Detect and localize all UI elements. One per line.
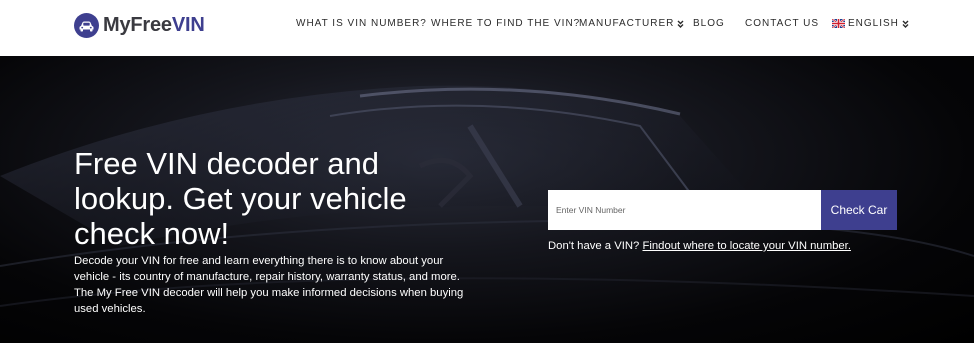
site-logo[interactable]: MyFreeVIN (74, 13, 205, 38)
vin-help-text: Don't have a VIN? Findout where to locat… (548, 240, 851, 252)
chevron-down-icon (677, 20, 684, 28)
vin-search-form: Check Car (548, 190, 897, 230)
vin-input[interactable] (548, 190, 821, 230)
nav-what-is-vin[interactable]: WHAT IS VIN NUMBER? (296, 18, 427, 29)
hero-headline: Free VIN decoder and lookup. Get your ve… (74, 146, 407, 251)
site-header: MyFreeVIN WHAT IS VIN NUMBER? WHERE TO F… (0, 0, 974, 56)
nav-manufacturer[interactable]: MANUFACTURER (579, 18, 684, 29)
hero-section: Free VIN decoder and lookup. Get your ve… (0, 56, 974, 343)
nav-where-to-find[interactable]: WHERE TO FIND THE VIN? (431, 18, 580, 29)
nav-manufacturer-label: MANUFACTURER (579, 18, 675, 29)
nav-blog[interactable]: BLOG (693, 18, 725, 29)
check-car-button[interactable]: Check Car (821, 190, 897, 230)
uk-flag-icon (832, 19, 845, 28)
logo-wordmark: MyFreeVIN (103, 14, 205, 36)
vin-help-prefix: Don't have a VIN? (548, 240, 640, 252)
nav-contact-us[interactable]: CONTACT US (745, 18, 819, 29)
nav-language-label: ENGLISH (848, 18, 899, 29)
hero-description: Decode your VIN for free and learn every… (74, 255, 464, 315)
locate-vin-link[interactable]: Findout where to locate your VIN number. (642, 240, 850, 252)
nav-language[interactable]: ENGLISH (832, 18, 909, 29)
chevron-down-icon (902, 20, 909, 28)
car-icon (74, 13, 99, 38)
